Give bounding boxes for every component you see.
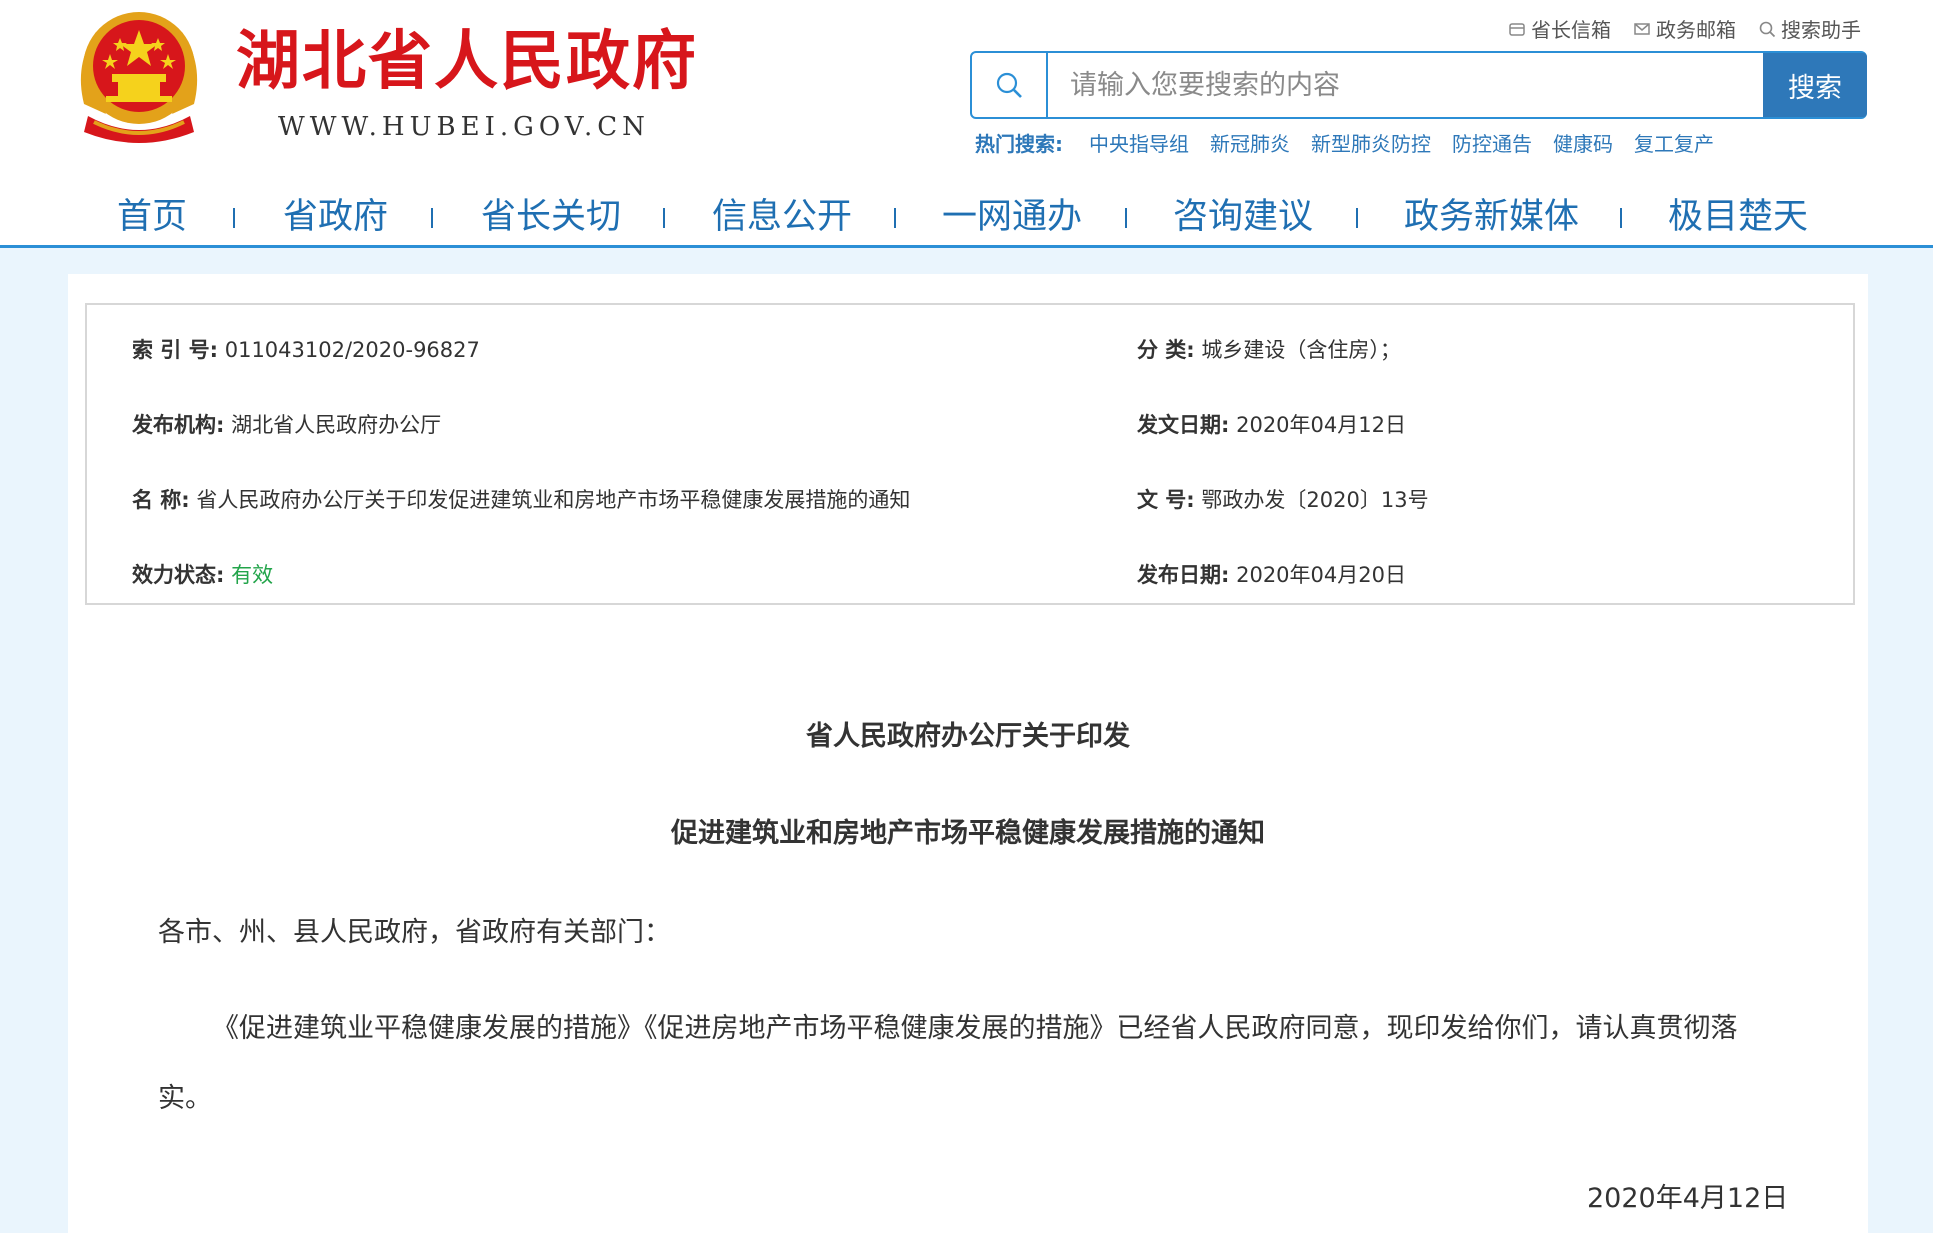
meta-label: 名 称: — [132, 488, 190, 512]
mailbox-icon — [1509, 22, 1525, 36]
main-nav: 首页 省政府 省长关切 信息公开 一网通办 咨询建议 政务新媒体 极目楚天 — [0, 192, 1933, 242]
meta-value: 2020年04月20日 — [1236, 563, 1406, 587]
meta-row: 索 引 号: 011043102/2020-96827 分 类: 城乡建设（含住… — [87, 334, 1853, 364]
hot-search-label: 热门搜索: — [975, 132, 1063, 156]
meta-value: 省人民政府办公厅关于印发促进建筑业和房地产市场平稳健康发展措施的通知 — [196, 488, 911, 512]
top-link-label: 搜索助手 — [1781, 18, 1861, 42]
meta-name: 名 称: 省人民政府办公厅关于印发促进建筑业和房地产市场平稳健康发展措施的通知 — [132, 484, 910, 514]
national-emblem-icon — [80, 12, 198, 143]
hot-search-item[interactable]: 复工复产 — [1634, 128, 1714, 157]
nav-item-governor-concerns[interactable]: 省长关切 — [481, 192, 621, 242]
meta-label: 效力状态: — [132, 563, 225, 587]
document-meta-table: 索 引 号: 011043102/2020-96827 分 类: 城乡建设（含住… — [85, 303, 1855, 605]
hot-search-item[interactable]: 新冠肺炎 — [1210, 128, 1290, 157]
hot-search-item[interactable]: 健康码 — [1553, 128, 1613, 157]
header-divider — [0, 245, 1933, 248]
hot-search: 热门搜索: 中央指导组 新冠肺炎 新型肺炎防控 防控通告 健康码 复工复产 — [975, 128, 1735, 157]
meta-publisher: 发布机构: 湖北省人民政府办公厅 — [132, 409, 441, 439]
nav-separator — [663, 208, 665, 228]
hot-search-item[interactable]: 防控通告 — [1452, 128, 1532, 157]
nav-separator — [894, 208, 896, 228]
article-body-line-1: 《促进建筑业平稳健康发展的措施》《促进房地产市场平稳健康发展的措施》已经省人民政… — [212, 1013, 1738, 1044]
hot-search-item[interactable]: 新型肺炎防控 — [1311, 128, 1431, 157]
nav-item-jimu-chutian[interactable]: 极目楚天 — [1668, 192, 1808, 242]
search-icon[interactable] — [972, 53, 1048, 117]
content-container: 索 引 号: 011043102/2020-96827 分 类: 城乡建设（含住… — [68, 274, 1868, 1233]
meta-label: 发文日期: — [1137, 413, 1230, 437]
meta-label: 发布机构: — [132, 413, 225, 437]
meta-row: 名 称: 省人民政府办公厅关于印发促进建筑业和房地产市场平稳健康发展措施的通知 … — [87, 484, 1853, 514]
meta-publish-date: 发布日期: 2020年04月20日 — [1137, 559, 1406, 589]
article-salutation: 各市、州、县人民政府，省政府有关部门： — [158, 917, 671, 948]
meta-doc-no: 文 号: 鄂政办发〔2020〕13号 — [1137, 484, 1429, 514]
meta-row: 效力状态: 有效 发布日期: 2020年04月20日 — [87, 559, 1853, 589]
nav-separator — [1356, 208, 1358, 228]
meta-status: 效力状态: 有效 — [132, 559, 273, 589]
nav-item-one-stop-service[interactable]: 一网通办 — [942, 192, 1082, 242]
meta-row: 发布机构: 湖北省人民政府办公厅 发文日期: 2020年04月12日 — [87, 409, 1853, 439]
nav-separator — [431, 208, 433, 228]
meta-label: 文 号: — [1137, 488, 1195, 512]
meta-value: 城乡建设（含住房）； — [1201, 338, 1401, 362]
meta-value: 湖北省人民政府办公厅 — [231, 413, 442, 437]
meta-label: 发布日期: — [1137, 563, 1230, 587]
nav-item-information-disclosure[interactable]: 信息公开 — [712, 192, 852, 242]
nav-separator — [233, 208, 235, 228]
meta-value: 011043102/2020-96827 — [224, 338, 480, 362]
meta-issue-date: 发文日期: 2020年04月12日 — [1137, 409, 1406, 439]
top-link-search-assistant[interactable]: 搜索助手 — [1758, 14, 1861, 43]
article-title-line-1: 省人民政府办公厅关于印发 — [806, 721, 1130, 752]
search-icon — [1759, 21, 1776, 37]
article-date: 2020年4月12日 — [1587, 1183, 1789, 1214]
meta-label: 索 引 号: — [132, 338, 219, 362]
nav-separator — [1620, 208, 1622, 228]
meta-category: 分 类: 城乡建设（含住房）； — [1137, 334, 1401, 364]
nav-separator — [1125, 208, 1127, 228]
meta-index-no: 索 引 号: 011043102/2020-96827 — [132, 334, 480, 364]
meta-value: 2020年04月12日 — [1236, 413, 1406, 437]
status-badge: 有效 — [231, 563, 274, 587]
nav-item-home[interactable]: 首页 — [117, 192, 187, 242]
envelope-icon — [1634, 22, 1650, 35]
top-link-label: 政务邮箱 — [1656, 18, 1736, 42]
nav-item-new-media[interactable]: 政务新媒体 — [1404, 192, 1579, 242]
nav-item-consultation[interactable]: 咨询建议 — [1173, 192, 1313, 242]
meta-label: 分 类: — [1137, 338, 1195, 362]
nav-item-provincial-government[interactable]: 省政府 — [283, 192, 388, 242]
search-box: 搜索 — [970, 51, 1867, 119]
article-title-line-2: 促进建筑业和房地产市场平稳健康发展措施的通知 — [671, 818, 1265, 849]
meta-value: 鄂政办发〔2020〕13号 — [1201, 488, 1429, 512]
site-url: WWW.HUBEI.GOV.CN — [278, 112, 650, 142]
hot-search-item[interactable]: 中央指导组 — [1089, 128, 1189, 157]
search-button[interactable]: 搜索 — [1763, 53, 1867, 117]
search-input[interactable] — [1048, 53, 1763, 117]
site-header: 湖北省人民政府 WWW.HUBEI.GOV.CN 省长信箱 政务邮箱 搜索助手 … — [0, 0, 1933, 248]
top-link-government-email[interactable]: 政务邮箱 — [1633, 14, 1736, 43]
site-name: 湖北省人民政府 — [236, 25, 698, 99]
top-link-governor-mailbox[interactable]: 省长信箱 — [1508, 14, 1611, 43]
article-body-line-2: 实。 — [158, 1083, 212, 1114]
top-links: 省长信箱 政务邮箱 搜索助手 — [1508, 14, 1861, 43]
top-link-label: 省长信箱 — [1531, 18, 1611, 42]
